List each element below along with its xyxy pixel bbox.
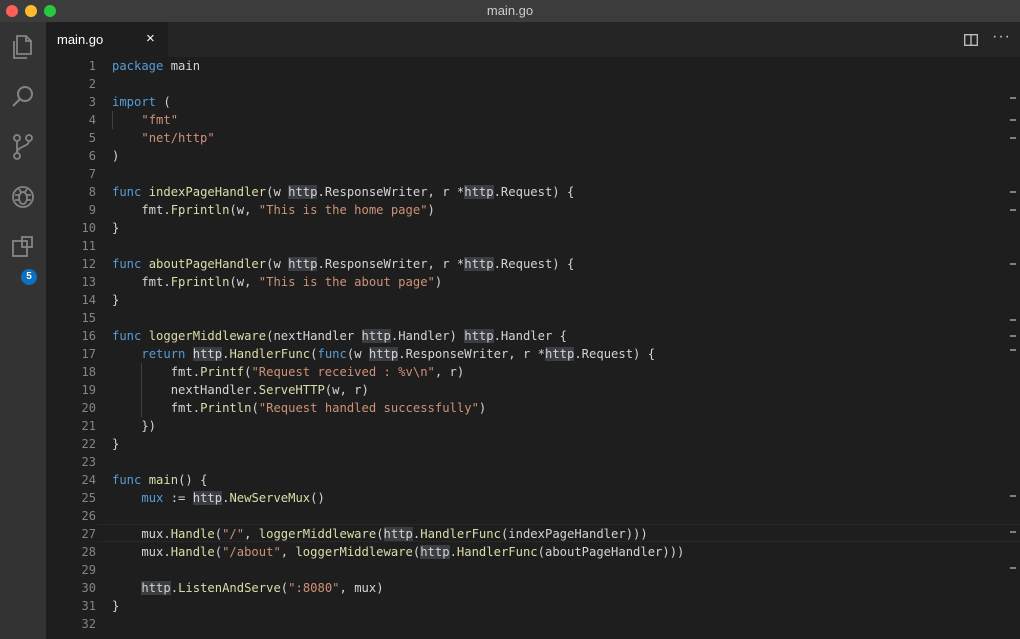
code-line[interactable]: http.ListenAndServe(":8080", mux) xyxy=(112,579,1002,597)
code-line[interactable]: fmt.Printf("Request received : %v\n", r) xyxy=(112,363,1002,381)
more-actions-icon[interactable]: ··· xyxy=(992,28,1011,46)
debug-bug-icon[interactable] xyxy=(8,182,38,212)
code-line[interactable]: return http.HandlerFunc(func(w http.Resp… xyxy=(112,345,1002,363)
line-number: 24 xyxy=(81,473,96,487)
line-number: 27 xyxy=(81,527,96,541)
code-editor[interactable]: 1 2 3 4 5 6 7 8 9 10 11 12 13 14 15 16 17 18 19 20 21 22 23 24 2… xyxy=(46,57,1020,639)
code-line[interactable]: nextHandler.ServeHTTP(w, r) xyxy=(112,381,1002,399)
code-content[interactable]: package main import ( "fmt" "net/http") … xyxy=(112,57,1002,633)
line-number: 22 xyxy=(81,437,96,451)
split-editor-icon[interactable] xyxy=(964,33,978,46)
code-line[interactable] xyxy=(112,309,1002,327)
line-number: 12 xyxy=(81,257,96,271)
close-tab-icon[interactable]: × xyxy=(146,30,155,48)
line-number: 17 xyxy=(81,347,96,361)
code-line[interactable]: fmt.Fprintln(w, "This is the home page") xyxy=(112,201,1002,219)
code-line[interactable]: mux := http.NewServeMux() xyxy=(112,489,1002,507)
line-number-gutter: 1 2 3 4 5 6 7 8 9 10 11 12 13 14 15 16 17 18 19 20 21 22 23 24 2… xyxy=(46,57,96,633)
tab-main-go[interactable]: main.go × xyxy=(46,22,168,57)
code-line[interactable] xyxy=(112,237,1002,255)
code-line[interactable]: mux.Handle("/about", loggerMiddleware(ht… xyxy=(112,543,1002,561)
code-line[interactable]: "net/http" xyxy=(112,129,1002,147)
line-number: 11 xyxy=(81,239,96,253)
code-line[interactable]: } xyxy=(112,219,1002,237)
line-number: 2 xyxy=(88,77,96,91)
code-line[interactable]: } xyxy=(112,435,1002,453)
line-number: 20 xyxy=(81,401,96,415)
line-number: 6 xyxy=(88,149,96,163)
code-line[interactable]: package main xyxy=(112,57,1002,75)
line-number: 31 xyxy=(81,599,96,613)
code-line[interactable]: import ( xyxy=(112,93,1002,111)
line-number: 5 xyxy=(88,131,96,145)
code-line[interactable]: mux.Handle("/", loggerMiddleware(http.Ha… xyxy=(112,525,1002,543)
extensions-badge: 5 xyxy=(21,269,37,285)
line-number: 9 xyxy=(88,203,96,217)
tab-label: main.go xyxy=(57,32,104,47)
line-number: 8 xyxy=(88,185,96,199)
code-line[interactable] xyxy=(112,453,1002,471)
search-icon[interactable] xyxy=(8,82,38,112)
line-number: 18 xyxy=(81,365,96,379)
line-number: 29 xyxy=(81,563,96,577)
line-number: 21 xyxy=(81,419,96,433)
code-line[interactable]: func indexPageHandler(w http.ResponseWri… xyxy=(112,183,1002,201)
line-number: 10 xyxy=(81,221,96,235)
activity-bar: 5 xyxy=(0,22,46,639)
line-number: 19 xyxy=(81,383,96,397)
line-number: 25 xyxy=(81,491,96,505)
line-number: 14 xyxy=(81,293,96,307)
code-line[interactable]: } xyxy=(112,291,1002,309)
line-number: 30 xyxy=(81,581,96,595)
code-line[interactable]: ) xyxy=(112,147,1002,165)
code-line[interactable] xyxy=(112,615,1002,633)
line-number: 26 xyxy=(81,509,96,523)
line-number: 13 xyxy=(81,275,96,289)
line-number: 28 xyxy=(81,545,96,559)
line-number: 1 xyxy=(88,59,96,73)
extensions-icon[interactable] xyxy=(8,232,38,262)
code-line[interactable]: fmt.Println("Request handled successfull… xyxy=(112,399,1002,417)
line-number: 23 xyxy=(81,455,96,469)
code-line[interactable]: func main() { xyxy=(112,471,1002,489)
line-number: 16 xyxy=(81,329,96,343)
code-line[interactable]: func aboutPageHandler(w http.ResponseWri… xyxy=(112,255,1002,273)
code-line[interactable] xyxy=(112,507,1002,525)
vscode-window: main.go 5 main.go × ··· 1 2 3 4 5 6 7 8 … xyxy=(0,0,1020,639)
overview-ruler[interactable] xyxy=(1006,57,1020,639)
line-number: 15 xyxy=(81,311,96,325)
code-line[interactable]: func loggerMiddleware(nextHandler http.H… xyxy=(112,327,1002,345)
code-line[interactable]: fmt.Fprintln(w, "This is the about page"… xyxy=(112,273,1002,291)
title-bar: main.go xyxy=(0,0,1020,23)
tab-bar: main.go × ··· xyxy=(46,22,1020,57)
code-line[interactable]: }) xyxy=(112,417,1002,435)
code-line[interactable]: "fmt" xyxy=(112,111,1002,129)
line-number: 4 xyxy=(88,113,96,127)
code-line[interactable] xyxy=(112,561,1002,579)
explorer-files-icon[interactable] xyxy=(8,32,38,62)
code-line[interactable]: } xyxy=(112,597,1002,615)
git-branch-icon[interactable] xyxy=(8,132,38,162)
code-line[interactable] xyxy=(112,75,1002,93)
code-line[interactable] xyxy=(112,165,1002,183)
line-number: 32 xyxy=(81,617,96,631)
window-title: main.go xyxy=(486,3,534,18)
line-number: 7 xyxy=(88,167,96,181)
line-number: 3 xyxy=(88,95,96,109)
